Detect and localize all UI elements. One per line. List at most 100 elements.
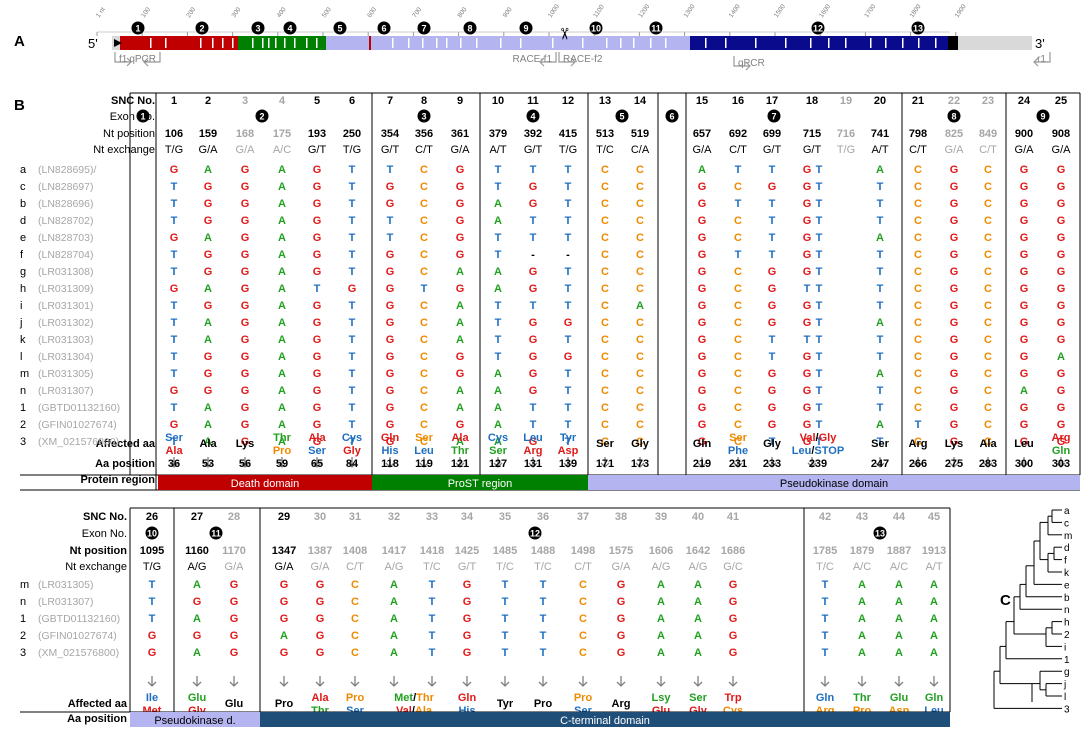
amino-acid: Ala [979, 438, 997, 450]
nt-exchange: A/G [385, 561, 404, 573]
nt-exchange: T/G [343, 144, 361, 156]
amino-acid: Tyr [497, 698, 514, 710]
nucleotide: T [565, 215, 572, 227]
nucleotide: G [386, 300, 395, 312]
nucleotide: G [241, 266, 250, 278]
nucleotide: C [420, 419, 428, 431]
nucleotide: G [204, 266, 213, 278]
nucleotide: C [601, 402, 609, 414]
nucleotide: C [420, 385, 428, 397]
nucleotide: G [463, 613, 472, 625]
nucleotide: T [502, 630, 509, 642]
nt-position: 908 [1052, 128, 1070, 140]
nucleotide: G [193, 630, 202, 642]
exon-number: 4 [287, 24, 292, 34]
nucleotide: G [950, 215, 959, 227]
snc-tick [476, 38, 478, 48]
nucleotide: A [204, 334, 212, 346]
nucleotide: T [565, 385, 572, 397]
nucleotide: G [529, 317, 538, 329]
nucleotide: C [351, 630, 359, 642]
amino-acid: Pro [346, 692, 365, 704]
nt-exchange-row-label: Nt exchange [65, 561, 127, 573]
nt-position: 1498 [571, 545, 595, 557]
snc-number: 24 [1018, 95, 1031, 107]
nucleotide: G [803, 249, 812, 261]
nucleotide: G [386, 266, 395, 278]
nucleotide: A [494, 198, 502, 210]
nucleotide: G [803, 385, 812, 397]
nt-position: 168 [236, 128, 254, 140]
exon-number: 8 [467, 24, 472, 34]
snc-tick [436, 38, 438, 48]
nt-position: 1785 [813, 545, 837, 557]
aa-position: 121 [451, 458, 469, 470]
nucleotide: G [1020, 181, 1029, 193]
sample-id: g [20, 266, 26, 278]
snc-tick [885, 38, 887, 48]
nucleotide: G [204, 181, 213, 193]
nucleotide: G [617, 613, 626, 625]
accession-id: (LN828695)/ [38, 164, 96, 176]
aa-position: 36 [168, 458, 180, 470]
snc-number: 45 [928, 511, 940, 523]
nucleotide: C [601, 300, 609, 312]
sample-id: 1 [20, 402, 26, 414]
nucleotide: G [529, 181, 538, 193]
nt-exchange: C/T [574, 561, 592, 573]
nucleotide: T [804, 334, 811, 346]
nucleotide: T [816, 283, 823, 295]
amino-acid: Ala [451, 432, 469, 444]
snc-number: 20 [874, 95, 886, 107]
nucleotide: G [170, 164, 179, 176]
aa-position: 247 [871, 458, 889, 470]
nucleotide: A [193, 613, 201, 625]
accession-id: (LR031308) [38, 266, 93, 278]
snc-tick [200, 38, 202, 48]
scale-label: 1900 [954, 3, 968, 19]
nucleotide: T [877, 334, 884, 346]
nucleotide: A [390, 579, 398, 591]
nucleotide: C [914, 385, 922, 397]
nucleotide: G [1057, 232, 1066, 244]
nucleotide: G [456, 283, 465, 295]
amino-acid: Gln [458, 692, 477, 704]
nucleotide: G [386, 351, 395, 363]
primer-label: qPCR [129, 54, 156, 65]
primer-label: f1 [119, 54, 128, 65]
nucleotide: T [171, 317, 178, 329]
nucleotide: G [564, 351, 573, 363]
nt-exchange: G/A [693, 144, 713, 156]
snc-number: 11 [527, 95, 539, 107]
nucleotide: C [636, 317, 644, 329]
accession-id: (LR031303) [38, 334, 93, 346]
sample-id: m [20, 368, 29, 380]
snc-number: 12 [562, 95, 574, 107]
nucleotide: C [636, 232, 644, 244]
nucleotide: A [456, 402, 464, 414]
nucleotide: T [429, 579, 436, 591]
nucleotide: T [530, 300, 537, 312]
nt-exchange: G/A [311, 561, 331, 573]
nucleotide: G [698, 249, 707, 261]
snc-tick [785, 38, 787, 48]
amino-acid: Glu [188, 692, 206, 704]
snc-tick [306, 38, 308, 48]
nucleotide: T [349, 198, 356, 210]
nucleotide: C [420, 266, 428, 278]
nucleotide: T [816, 181, 823, 193]
snc-number: 6 [349, 95, 355, 107]
snc-tick [150, 38, 152, 48]
nucleotide: G [386, 368, 395, 380]
nucleotide: G [456, 232, 465, 244]
nucleotide: T [822, 630, 829, 642]
nucleotide: G [241, 215, 250, 227]
tree-leaf-label: i [1064, 642, 1066, 653]
amino-acid: Cys [488, 432, 508, 444]
nucleotide: G [313, 215, 322, 227]
nucleotide: A [694, 579, 702, 591]
sample-id: b [20, 198, 26, 210]
nucleotide: G [698, 385, 707, 397]
nucleotide: G [313, 232, 322, 244]
scale-label: 900 [502, 6, 514, 19]
